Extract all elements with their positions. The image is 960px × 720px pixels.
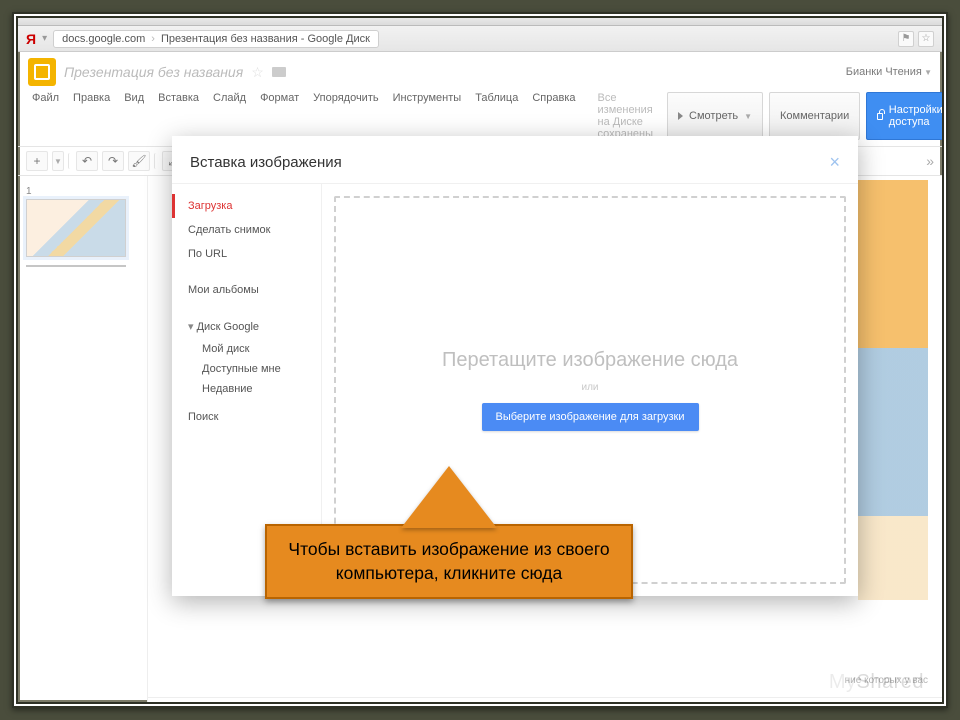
menu-slide[interactable]: Слайд — [213, 92, 246, 140]
sidebar-item-recent[interactable]: Недавние — [172, 379, 321, 399]
address-bar: Я ▾ docs.google.com › Презентация без на… — [18, 26, 942, 52]
url-host: docs.google.com — [62, 33, 145, 45]
yandex-logo[interactable]: Я — [26, 31, 36, 47]
slide-thumbnails-panel: 1 — [18, 176, 148, 708]
toolbar-separator — [154, 153, 158, 169]
watermark-a: My — [829, 671, 857, 693]
present-label: Смотреть — [689, 110, 738, 122]
sidebar-item-search[interactable]: Поиск — [172, 405, 321, 429]
callout-arrow-icon — [401, 466, 497, 528]
present-button[interactable]: Смотреть▼ — [667, 92, 763, 140]
choose-file-button[interactable]: Выберите изображение для загрузки — [482, 403, 699, 431]
bookmark-icon[interactable]: ⚑ — [898, 31, 914, 47]
dropzone-text: Перетащите изображение сюда — [442, 349, 738, 372]
watermark-b: Shared — [857, 671, 925, 693]
lock-icon — [877, 113, 882, 120]
doc-title[interactable]: Презентация без названия — [64, 64, 243, 80]
redo-button[interactable]: ↷ — [102, 151, 124, 171]
slide-thumbnail-1[interactable] — [26, 199, 126, 257]
sidebar-item-albums[interactable]: Мои альбомы — [172, 278, 321, 302]
dialog-title-bar: Вставка изображения × — [172, 136, 858, 184]
dialog-title: Вставка изображения — [190, 154, 342, 171]
new-slide-button[interactable]: + — [26, 151, 48, 171]
share-label: Настройки доступа — [889, 104, 945, 128]
new-slide-dropdown[interactable]: ▼ — [52, 151, 64, 171]
callout-text: Чтобы вставить изображение из своего ком… — [265, 524, 633, 599]
menu-view[interactable]: Вид — [124, 92, 144, 140]
sidebar-item-mydrive[interactable]: Мой диск — [172, 339, 321, 359]
thumb-separator — [26, 265, 126, 267]
play-icon — [678, 112, 683, 120]
sidebar-item-shared[interactable]: Доступные мне — [172, 359, 321, 379]
slides-logo-icon[interactable] — [28, 58, 56, 86]
yandex-dropdown-icon[interactable]: ▾ — [42, 33, 47, 44]
star-icon[interactable]: ☆ — [918, 31, 934, 47]
watermark: MyShared — [829, 671, 924, 694]
close-icon[interactable]: × — [829, 152, 840, 173]
collapse-panel-icon[interactable]: » — [926, 153, 934, 169]
speaker-notes-placeholder[interactable]: Нажмите здесь, чтобы добавить примечание… — [148, 697, 942, 708]
menu-tools[interactable]: Инструменты — [393, 92, 462, 140]
share-button[interactable]: Настройки доступа — [866, 92, 948, 140]
slide-artwork — [858, 180, 928, 600]
save-status: Все изменения на Диске сохранены — [598, 92, 654, 140]
dropzone-or: или — [581, 382, 598, 393]
folder-icon[interactable] — [272, 67, 286, 77]
comments-button[interactable]: Комментарии — [769, 92, 860, 140]
menu-format[interactable]: Формат — [260, 92, 299, 140]
toolbar-separator — [68, 153, 72, 169]
app-header: Презентация без названия ☆ Бианки Чтения — [18, 52, 942, 88]
sidebar-item-drive[interactable]: Диск Google — [172, 314, 321, 339]
account-menu[interactable]: Бианки Чтения — [846, 66, 932, 78]
url-sep: › — [151, 33, 155, 45]
undo-button[interactable]: ↶ — [76, 151, 98, 171]
menu-table[interactable]: Таблица — [475, 92, 518, 140]
menu-edit[interactable]: Правка — [73, 92, 110, 140]
presentation-frame: Я ▾ docs.google.com › Презентация без на… — [12, 12, 948, 708]
menu-insert[interactable]: Вставка — [158, 92, 199, 140]
menu-help[interactable]: Справка — [532, 92, 575, 140]
browser-tab-strip — [18, 18, 942, 26]
paint-format-button[interactable]: 🖌 — [128, 151, 150, 171]
url-display[interactable]: docs.google.com › Презентация без назван… — [53, 30, 379, 48]
menu-arrange[interactable]: Упорядочить — [313, 92, 378, 140]
url-page-title: Презентация без названия - Google Диск — [161, 33, 370, 45]
sidebar-item-snapshot[interactable]: Сделать снимок — [172, 218, 321, 242]
doc-star-icon[interactable]: ☆ — [251, 64, 264, 81]
thumb-number: 1 — [26, 186, 139, 197]
menu-file[interactable]: Файл — [32, 92, 59, 140]
sidebar-item-byurl[interactable]: По URL — [172, 242, 321, 266]
sidebar-item-upload[interactable]: Загрузка — [172, 194, 321, 218]
tutorial-callout: Чтобы вставить изображение из своего ком… — [265, 462, 633, 599]
